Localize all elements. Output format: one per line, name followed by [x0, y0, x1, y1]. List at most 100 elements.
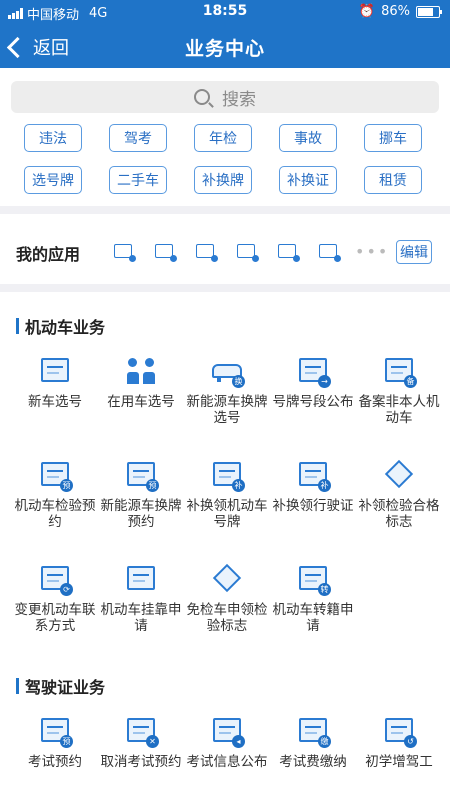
- service-label: 新能源车换牌预约: [100, 498, 182, 530]
- nav-bar: 返回 业务中心: [0, 24, 450, 68]
- service-label: 初学增驾工: [365, 754, 433, 770]
- my-app-icon[interactable]: [278, 244, 300, 262]
- inspection-booking-icon: 预: [37, 460, 73, 492]
- quick-tag[interactable]: 驾考: [109, 124, 167, 152]
- new-plate-icon: [37, 356, 73, 388]
- service-label: 在用车选号: [107, 394, 175, 410]
- service-item[interactable]: 在用车选号: [96, 356, 186, 410]
- exam-booking-icon: 预: [37, 716, 73, 748]
- badge-icon: 补: [232, 479, 245, 492]
- divider: [0, 206, 450, 214]
- back-button[interactable]: 返回: [6, 34, 69, 60]
- service-label: 机动车转籍申请: [272, 602, 354, 634]
- service-label: 备案非本人机动车: [358, 394, 440, 426]
- my-app-icon[interactable]: [196, 244, 218, 262]
- my-apps-bar: 我的应用 ••• 编辑: [0, 214, 450, 286]
- badge-icon: ◂: [232, 735, 245, 748]
- my-app-icon[interactable]: [319, 244, 341, 262]
- service-label: 考试费缴纳: [279, 754, 347, 770]
- contact-change-icon: ⟳: [37, 564, 73, 596]
- more-dots-icon[interactable]: •••: [355, 242, 389, 261]
- service-item[interactable]: ◂ 考试信息公布: [182, 716, 272, 770]
- service-item[interactable]: 预新能源车换牌预约: [96, 460, 186, 530]
- service-item[interactable]: 备备案非本人机动车: [354, 356, 444, 426]
- search-input[interactable]: 搜索: [11, 81, 439, 113]
- quick-tag[interactable]: 事故: [279, 124, 337, 152]
- plate-arrow-icon: →: [295, 356, 331, 388]
- service-label: 免检车申领检验标志: [186, 602, 268, 634]
- inspection-mark-icon: [381, 459, 417, 492]
- my-app-icon[interactable]: [237, 244, 259, 262]
- exam-info-icon: ◂: [209, 716, 245, 748]
- my-apps-label: 我的应用: [16, 245, 81, 264]
- quick-tag[interactable]: 选号牌: [24, 166, 82, 194]
- ev-car-icon: 换: [209, 356, 245, 388]
- service-item[interactable]: ⟳ 变更机动车联系方式: [10, 564, 100, 634]
- battery-percent: 86%: [381, 4, 410, 19]
- badge-icon: 预: [60, 735, 73, 748]
- service-item[interactable]: 补补换领机动车号牌: [182, 460, 272, 530]
- transfer-icon: 转: [295, 564, 331, 596]
- quick-tag[interactable]: 租赁: [364, 166, 422, 194]
- search-placeholder: 搜索: [222, 89, 256, 110]
- badge-icon: ↺: [404, 735, 417, 748]
- badge-icon: →: [318, 375, 331, 388]
- exam-fee-icon: 缴: [295, 716, 331, 748]
- service-item[interactable]: 新车选号: [10, 356, 100, 410]
- badge-icon: ✕: [146, 735, 159, 748]
- quick-tag[interactable]: 违法: [24, 124, 82, 152]
- badge-icon: 转: [318, 583, 331, 596]
- quick-tag[interactable]: 挪车: [364, 124, 422, 152]
- search-icon: [194, 89, 210, 105]
- quick-tag[interactable]: 二手车: [109, 166, 167, 194]
- quick-tag[interactable]: 年检: [194, 124, 252, 152]
- divider: [0, 284, 450, 292]
- my-app-icon[interactable]: [155, 244, 177, 262]
- chevron-left-icon: [6, 36, 29, 58]
- service-item[interactable]: ↺ 初学增驾工: [354, 716, 444, 770]
- status-bar: 中国移动 4G 18:55 ⏰ 86%: [0, 0, 450, 24]
- section-title-license: 驾驶证业务: [16, 674, 105, 698]
- badge-icon: 预: [60, 479, 73, 492]
- service-item[interactable]: → 号牌号段公布: [268, 356, 358, 410]
- quick-tag[interactable]: 补换牌: [194, 166, 252, 194]
- service-label: 机动车挂靠申请: [100, 602, 182, 634]
- service-item[interactable]: 补领检验合格标志: [354, 459, 444, 530]
- service-item[interactable]: 缴考试费缴纳: [268, 716, 358, 770]
- back-label: 返回: [33, 38, 69, 59]
- service-item[interactable]: 预考试预约: [10, 716, 100, 770]
- alarm-icon: ⏰: [358, 4, 376, 19]
- file-record-icon: 备: [381, 356, 417, 388]
- ev-plate-booking-icon: 预: [123, 460, 159, 492]
- service-item[interactable]: 机动车挂靠申请: [96, 564, 186, 634]
- edit-button[interactable]: 编辑: [396, 240, 432, 264]
- badge-icon: 预: [146, 479, 159, 492]
- badge-icon: 换: [232, 375, 245, 388]
- service-item[interactable]: ✕ 取消考试预约: [96, 716, 186, 770]
- my-app-icon[interactable]: [114, 244, 136, 262]
- service-label: 考试信息公布: [186, 754, 268, 770]
- section-title-text: 机动车业务: [25, 318, 106, 337]
- section-bar: [16, 678, 19, 694]
- battery-icon: [416, 5, 442, 18]
- badge-icon: 缴: [318, 735, 331, 748]
- quick-tag[interactable]: 补换证: [279, 166, 337, 194]
- service-item[interactable]: 换新能源车换牌选号: [182, 356, 272, 426]
- service-label: 新车选号: [28, 394, 82, 410]
- service-label: 新能源车换牌选号: [186, 394, 268, 426]
- section-bar: [16, 318, 19, 334]
- learner-icon: ↺: [381, 716, 417, 748]
- service-label: 取消考试预约: [100, 754, 182, 770]
- section-title-vehicle: 机动车业务: [16, 314, 105, 338]
- service-item[interactable]: 免检车申领检验标志: [182, 563, 272, 634]
- service-label: 考试预约: [28, 754, 82, 770]
- exempt-mark-icon: [209, 563, 245, 596]
- people-car-icon: [123, 356, 159, 388]
- cancel-exam-icon: ✕: [123, 716, 159, 748]
- service-item[interactable]: 转机动车转籍申请: [268, 564, 358, 634]
- service-label: 补领检验合格标志: [358, 498, 440, 530]
- service-item[interactable]: 补补换领行驶证: [268, 460, 358, 514]
- service-label: 补换领机动车号牌: [186, 498, 268, 530]
- service-label: 补换领行驶证: [272, 498, 354, 514]
- service-item[interactable]: 预机动车检验预约: [10, 460, 100, 530]
